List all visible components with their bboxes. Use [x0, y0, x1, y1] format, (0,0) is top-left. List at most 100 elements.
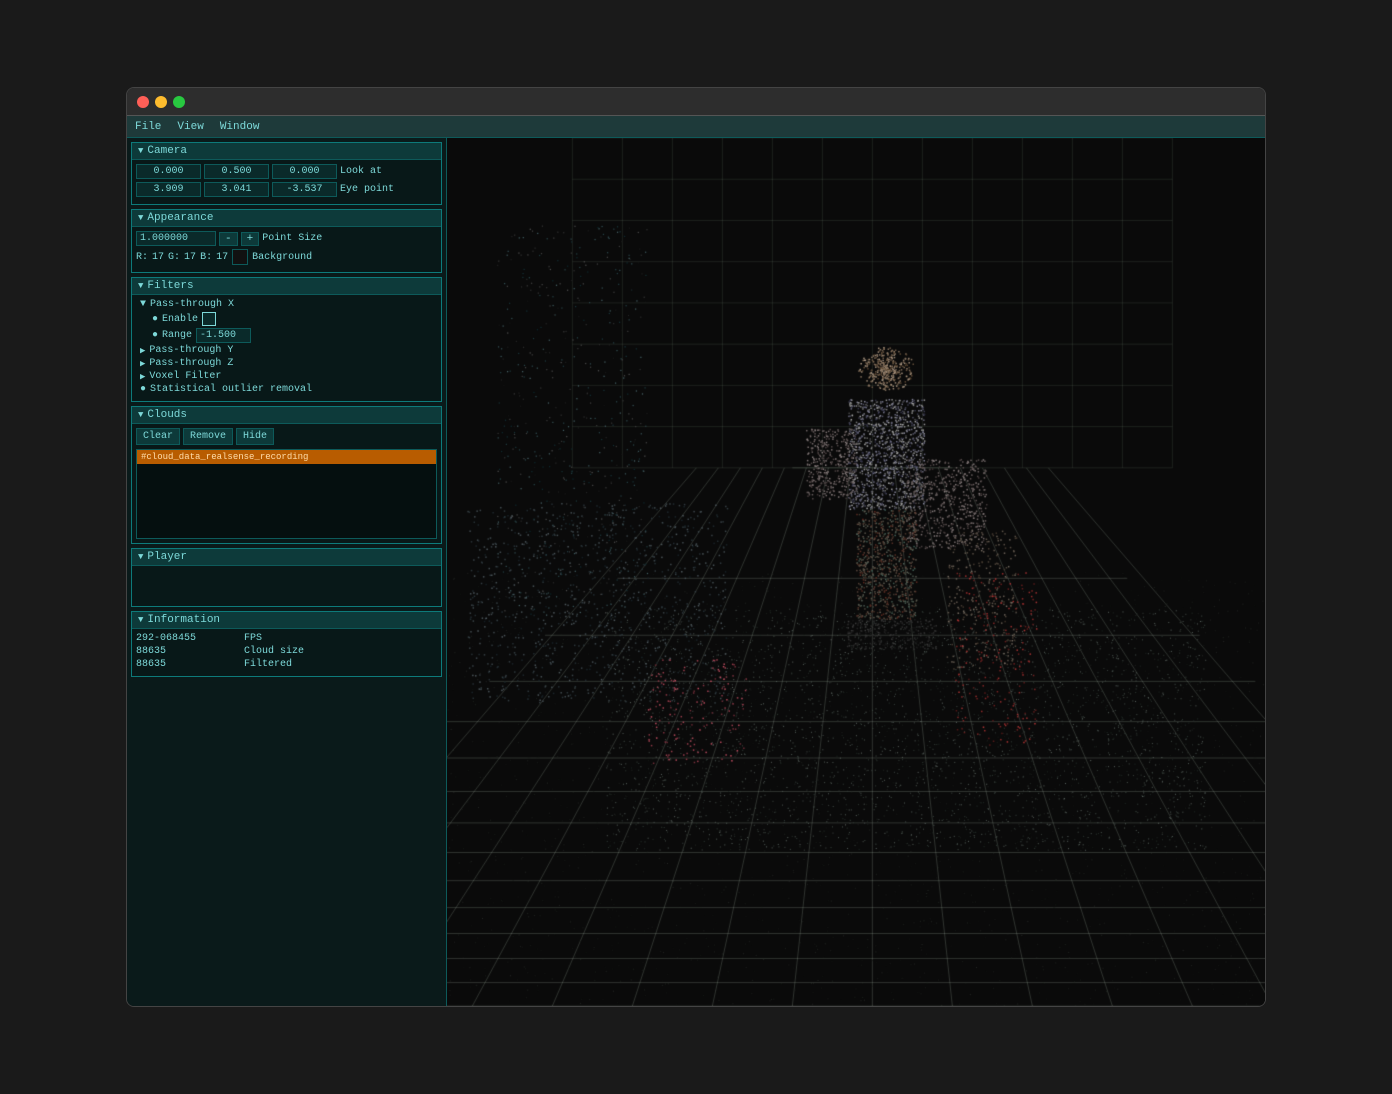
clouds-panel-header[interactable]: ▼ Clouds	[132, 407, 441, 424]
enable-checkbox[interactable]	[202, 312, 216, 326]
minimize-button[interactable]	[155, 96, 167, 108]
fps-label: FPS	[244, 633, 262, 644]
menu-view[interactable]: View	[177, 121, 203, 133]
menu-window[interactable]: Window	[220, 121, 260, 133]
filters-arrow: ▼	[138, 281, 143, 291]
clouds-arrow: ▼	[138, 410, 143, 420]
player-panel: ▼ Player	[131, 548, 442, 607]
clouds-panel-body: Clear Remove Hide #cloud_data_realsense_…	[132, 424, 441, 543]
filters-panel-header[interactable]: ▼ Filters	[132, 278, 441, 295]
background-swatch[interactable]	[232, 249, 248, 265]
eyepoint-label: Eye point	[340, 184, 394, 195]
appearance-label: Appearance	[147, 212, 213, 224]
appearance-arrow: ▼	[138, 213, 143, 223]
appearance-panel-header[interactable]: ▼ Appearance	[132, 210, 441, 227]
cloud-item-active[interactable]: #cloud_data_realsense_recording	[137, 450, 436, 464]
lookat-row: Look at	[136, 164, 437, 179]
camera-panel-body: Look at Eye point	[132, 160, 441, 204]
fps-value: 292-068455	[136, 633, 236, 644]
menu-file[interactable]: File	[135, 121, 161, 133]
statistical-row: ● Statistical outlier removal	[136, 384, 437, 395]
passthrough-y-arrow: ▶	[140, 346, 145, 356]
voxel-label: Voxel Filter	[149, 371, 221, 382]
filtered-row: 88635 Filtered	[136, 659, 437, 670]
pointsize-row: - + Point Size	[136, 231, 437, 246]
range-label: Range	[162, 330, 192, 341]
clouds-buttons: Clear Remove Hide	[136, 428, 437, 445]
voxel-arrow: ▶	[140, 372, 145, 382]
eyepoint-y[interactable]	[204, 182, 269, 197]
pointsize-minus[interactable]: -	[219, 232, 238, 246]
filters-label: Filters	[147, 280, 193, 292]
passthrough-x-header: ▼ Pass-through X	[136, 299, 437, 310]
camera-panel-header[interactable]: ▼ Camera	[132, 143, 441, 160]
player-label: Player	[147, 551, 187, 563]
information-panel: ▼ Information 292-068455 FPS 88635 Cloud…	[131, 611, 442, 677]
clouds-label: Clouds	[147, 409, 187, 421]
passthrough-z-arrow: ▶	[140, 359, 145, 369]
voxel-row: ▶ Voxel Filter	[136, 371, 437, 382]
player-panel-header[interactable]: ▼ Player	[132, 549, 441, 566]
close-button[interactable]	[137, 96, 149, 108]
cloudsize-value: 88635	[136, 646, 236, 657]
passthrough-x-bullet: ▼	[140, 299, 146, 310]
information-panel-body: 292-068455 FPS 88635 Cloud size 88635 Fi…	[132, 629, 441, 676]
remove-button[interactable]: Remove	[183, 428, 233, 445]
appearance-panel: ▼ Appearance - + Point Size R: 17 G: 17	[131, 209, 442, 273]
clear-button[interactable]: Clear	[136, 428, 180, 445]
information-arrow: ▼	[138, 615, 143, 625]
filtered-label: Filtered	[244, 659, 292, 670]
content-area: ▼ Camera Look at Eye point	[127, 138, 1265, 1006]
camera-arrow: ▼	[138, 146, 143, 156]
range-bullet: ●	[152, 330, 158, 341]
passthrough-y-label: Pass-through Y	[149, 345, 233, 356]
filtered-value: 88635	[136, 659, 236, 670]
pointsize-label: Point Size	[262, 233, 322, 244]
lookat-x[interactable]	[136, 164, 201, 179]
fps-row: 292-068455 FPS	[136, 633, 437, 644]
background-label: Background	[252, 252, 312, 263]
viewport[interactable]	[447, 138, 1265, 1006]
range-input[interactable]	[196, 328, 251, 343]
menubar: File View Window	[127, 116, 1265, 138]
g-label: G:	[168, 252, 180, 263]
pointsize-input[interactable]	[136, 231, 216, 246]
g-value: 17	[184, 252, 196, 263]
background-color-row: R: 17 G: 17 B: 17 Background	[136, 249, 437, 265]
maximize-button[interactable]	[173, 96, 185, 108]
eyepoint-x[interactable]	[136, 182, 201, 197]
hide-button[interactable]: Hide	[236, 428, 274, 445]
range-row: ● Range	[136, 328, 437, 343]
statistical-bullet: ●	[140, 384, 146, 395]
main-window: File View Window ▼ Camera Look at	[126, 87, 1266, 1007]
pointsize-plus[interactable]: +	[241, 232, 260, 246]
pointcloud-canvas[interactable]	[447, 138, 1265, 1006]
enable-bullet: ●	[152, 314, 158, 325]
enable-row: ● Enable	[136, 312, 437, 326]
cloud-list: #cloud_data_realsense_recording	[136, 449, 437, 539]
information-panel-header[interactable]: ▼ Information	[132, 612, 441, 629]
lookat-z[interactable]	[272, 164, 337, 179]
b-value: 17	[216, 252, 228, 263]
r-label: R:	[136, 252, 148, 263]
cloudsize-row: 88635 Cloud size	[136, 646, 437, 657]
player-arrow: ▼	[138, 552, 143, 562]
passthrough-y-row: ▶ Pass-through Y	[136, 345, 437, 356]
eyepoint-z[interactable]	[272, 182, 337, 197]
statistical-label: Statistical outlier removal	[150, 384, 312, 395]
information-label: Information	[147, 614, 220, 626]
filters-panel: ▼ Filters ▼ Pass-through X ● Enable ●	[131, 277, 442, 402]
camera-label: Camera	[147, 145, 187, 157]
eyepoint-row: Eye point	[136, 182, 437, 197]
filters-panel-body: ▼ Pass-through X ● Enable ● Range ▶	[132, 295, 441, 401]
cloudsize-label: Cloud size	[244, 646, 304, 657]
appearance-panel-body: - + Point Size R: 17 G: 17 B: 17 Backgro…	[132, 227, 441, 272]
lookat-y[interactable]	[204, 164, 269, 179]
r-value: 17	[152, 252, 164, 263]
passthrough-z-label: Pass-through Z	[149, 358, 233, 369]
clouds-panel: ▼ Clouds Clear Remove Hide #cloud_data_r…	[131, 406, 442, 544]
camera-panel: ▼ Camera Look at Eye point	[131, 142, 442, 205]
sidebar: ▼ Camera Look at Eye point	[127, 138, 447, 1006]
lookat-label: Look at	[340, 166, 382, 177]
titlebar	[127, 88, 1265, 116]
